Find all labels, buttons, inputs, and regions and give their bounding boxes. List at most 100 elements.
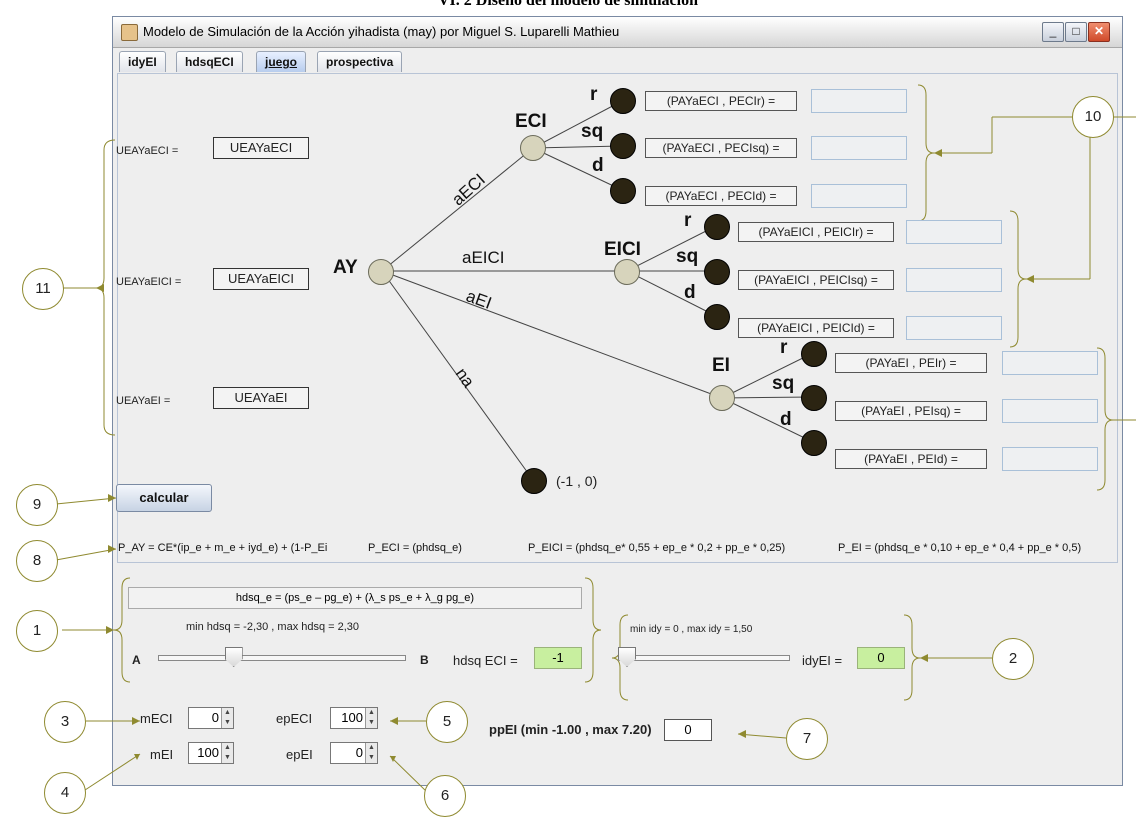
root-node-label: AY (333, 257, 358, 278)
na-node (521, 468, 547, 494)
action-d-label: d (684, 282, 696, 303)
utility-label-aeici: UEAYaEICI = (116, 276, 182, 288)
payoff-field-eci-r[interactable] (811, 89, 907, 113)
meci-spinner-arrows[interactable]: ▲ ▼ (221, 708, 233, 728)
formula-pay: P_AY = CE*(ip_e + m_e + iyd_e) + (1-P_Ei (118, 542, 328, 554)
ei-node-label: EI (712, 355, 730, 376)
action-r-label: r (684, 210, 692, 231)
na-payoff: (-1 , 0) (556, 473, 598, 489)
payoff-label-ei-d: (PAYaEI , PEId) = (835, 449, 987, 469)
callout-7: 7 (786, 718, 828, 760)
eci-d-node (610, 178, 636, 204)
payoff-label-eci-r: (PAYaECI , PECIr) = (645, 91, 797, 111)
ei-sq-node (801, 385, 827, 411)
utility-field-aeci: UEAYaECI (213, 137, 309, 159)
payoff-field-ei-sq[interactable] (1002, 399, 1098, 423)
utility-field-aeici: UEAYaEICI (213, 268, 309, 290)
mei-spinner[interactable]: 100 ▲ ▼ (188, 742, 234, 764)
callout-10: 10 (1072, 96, 1114, 138)
payoff-field-ei-d[interactable] (1002, 447, 1098, 471)
epei-label: epEI (286, 747, 313, 762)
hdsq-slider-track (158, 655, 406, 661)
ei-node (709, 385, 735, 411)
utility-label-aei: UEAYaEI = (116, 395, 171, 407)
action-sq-label: sq (772, 373, 795, 394)
hdsq-left-label: A (132, 653, 141, 667)
epei-value: 0 (355, 745, 363, 760)
eci-sq-node (610, 133, 636, 159)
payoff-label-eici-d: (PAYaEICI , PEICId) = (738, 318, 894, 338)
hdsq-range: min hdsq = -2,30 , max hdsq = 2,30 (186, 621, 360, 633)
epei-spinner[interactable]: 0 ▲ ▼ (330, 742, 378, 764)
payoff-field-eci-sq[interactable] (811, 136, 907, 160)
root-node (368, 259, 394, 285)
action-r-label: r (780, 337, 788, 358)
callout-2: 2 (992, 638, 1034, 680)
eici-sq-node (704, 259, 730, 285)
ppei-input[interactable]: 0 (664, 719, 712, 741)
epeci-spinner[interactable]: 100 ▲ ▼ (330, 707, 378, 729)
formula-peci: P_ECI = (phdsq_e) (368, 542, 462, 554)
hdsq-right-label: B (420, 653, 429, 667)
epeci-spinner-arrows[interactable]: ▲ ▼ (365, 708, 377, 728)
callout-4: 4 (44, 772, 86, 814)
ei-d-node (801, 430, 827, 456)
ppei-label: ppEI (min -1.00 , max 7.20) (489, 722, 652, 737)
eci-node-label: ECI (515, 111, 547, 132)
action-sq-label: sq (581, 121, 604, 142)
payoff-field-eici-sq[interactable] (906, 268, 1002, 292)
action-sq-label: sq (676, 246, 699, 267)
branch-label-aeici: aEICI (462, 248, 505, 267)
payoff-label-ei-sq: (PAYaEI , PEIsq) = (835, 401, 987, 421)
formula-pei: P_EI = (phdsq_e * 0,10 + ep_e * 0,4 + pp… (838, 542, 1082, 554)
hdsq-eci-value: -1 (534, 647, 582, 669)
callout-8: 8 (16, 540, 58, 582)
hdsq-eci-label: hdsq ECI = (453, 653, 518, 668)
callout-1: 1 (16, 610, 58, 652)
callout-5: 5 (426, 701, 468, 743)
idy-slider[interactable] (618, 647, 790, 667)
ei-r-node (801, 341, 827, 367)
utility-label-aeci: UEAYaECI = (116, 145, 179, 157)
payoff-label-eici-sq: (PAYaEICI , PEICIsq) = (738, 270, 894, 290)
eici-r-node (704, 214, 730, 240)
payoff-label-eci-d: (PAYaECI , PECId) = (645, 186, 797, 206)
callout-3: 3 (44, 701, 86, 743)
idy-label: idyEI = (802, 653, 843, 668)
idy-range: min idy = 0 , max idy = 1,50 (630, 624, 753, 635)
payoff-label-eci-sq: (PAYaECI , PECIsq) = (645, 138, 797, 158)
action-d-label: d (780, 409, 792, 430)
epeci-label: epECI (276, 711, 313, 726)
eici-node (614, 259, 640, 285)
epeci-value: 100 (341, 710, 363, 725)
mei-label: mEI (150, 747, 174, 762)
eci-node (520, 135, 546, 161)
idy-slider-track (618, 655, 790, 661)
action-d-label: d (592, 155, 604, 176)
idy-value: 0 (857, 647, 905, 669)
payoff-field-eici-d[interactable] (906, 316, 1002, 340)
eici-d-node (704, 304, 730, 330)
callout-11: 11 (22, 268, 64, 310)
utility-field-aei: UEAYaEI (213, 387, 309, 409)
payoff-field-eici-r[interactable] (906, 220, 1002, 244)
eici-node-label: EICI (604, 239, 641, 260)
calcular-button[interactable]: calcular (116, 484, 212, 512)
epei-spinner-arrows[interactable]: ▲ ▼ (365, 743, 377, 763)
payoff-label-ei-r: (PAYaEI , PEIr) = (835, 353, 987, 373)
mei-value: 100 (197, 745, 219, 760)
hdsq-slider[interactable] (158, 647, 406, 667)
payoff-field-eci-d[interactable] (811, 184, 907, 208)
hdsq-formula: hdsq_e = (ps_e – pg_e) + (λ_s ps_e + λ_g… (128, 587, 582, 609)
meci-value: 0 (211, 710, 219, 725)
mei-spinner-arrows[interactable]: ▲ ▼ (221, 743, 233, 763)
meci-label: mECI (140, 711, 173, 726)
action-r-label: r (590, 84, 598, 105)
callout-9: 9 (16, 484, 58, 526)
payoff-field-ei-r[interactable] (1002, 351, 1098, 375)
formula-peici: P_EICI = (phdsq_e* 0,55 + ep_e * 0,2 + p… (528, 542, 786, 554)
eci-r-node (610, 88, 636, 114)
payoff-label-eici-r: (PAYaEICI , PEICIr) = (738, 222, 894, 242)
meci-spinner[interactable]: 0 ▲ ▼ (188, 707, 234, 729)
callout-6: 6 (424, 775, 466, 817)
